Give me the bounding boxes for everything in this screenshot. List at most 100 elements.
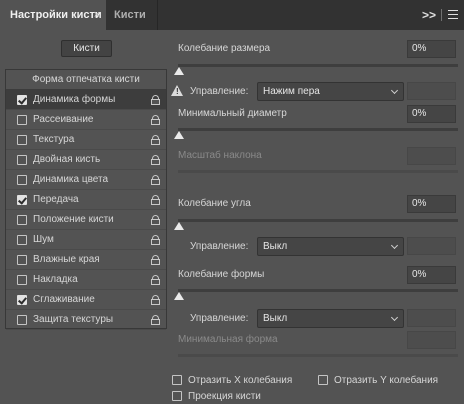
list-item-label: Шум <box>33 234 54 245</box>
flip-x-checkbox[interactable] <box>172 375 182 385</box>
option-checkbox[interactable] <box>17 175 27 185</box>
lock-icon[interactable] <box>151 155 160 165</box>
roundness-jitter-label: Колебание формы <box>178 269 265 280</box>
list-item[interactable]: Защита текстуры <box>6 310 166 330</box>
angle-jitter-thumb[interactable] <box>174 222 184 230</box>
brush-projection-checkbox[interactable] <box>172 391 182 401</box>
chevron-down-icon <box>390 313 399 322</box>
angle-jitter-label: Колебание угла <box>178 198 251 209</box>
collapse-panels-icon[interactable]: >> <box>422 0 436 30</box>
size-jitter-field[interactable]: 0% <box>407 40 456 58</box>
option-checkbox[interactable] <box>17 95 27 105</box>
tab-brushes-label: Кисти <box>114 9 146 21</box>
lock-icon[interactable] <box>151 275 160 285</box>
panel-menu-icon[interactable] <box>448 10 458 19</box>
option-checkbox[interactable] <box>17 275 27 285</box>
size-control-extra-field <box>407 82 456 100</box>
tab-brushes[interactable]: Кисти <box>106 0 158 30</box>
lock-icon[interactable] <box>151 215 160 225</box>
list-item-label: Передача <box>33 194 79 205</box>
tab-brush-settings-label: Настройки кисти <box>10 9 102 21</box>
tab-brush-settings[interactable]: Настройки кисти × <box>0 0 106 30</box>
lock-icon[interactable] <box>151 195 160 205</box>
min-diameter-label: Минимальный диаметр <box>178 108 287 119</box>
flip-y-checkbox[interactable] <box>318 375 328 385</box>
tilt-scale-field <box>407 147 456 165</box>
option-checkbox[interactable] <box>17 315 27 325</box>
min-diameter-slider[interactable] <box>178 128 458 131</box>
list-item-label: Защита текстуры <box>33 314 114 325</box>
close-tab-icon[interactable]: × <box>94 0 100 30</box>
list-item[interactable]: Текстура <box>6 130 166 150</box>
list-item[interactable]: Шум <box>6 230 166 250</box>
brush-options-list: Форма отпечатка кисти Динамика формы Расс… <box>5 69 167 330</box>
lock-icon[interactable] <box>151 135 160 145</box>
list-item[interactable]: Накладка <box>6 270 166 290</box>
option-checkbox[interactable] <box>17 155 27 165</box>
roundness-control-select[interactable]: Выкл <box>257 309 404 328</box>
list-item-label: Динамика формы <box>33 94 116 105</box>
roundness-jitter-field[interactable]: 0% <box>407 266 456 284</box>
min-diameter-thumb[interactable] <box>174 131 184 139</box>
option-checkbox[interactable] <box>17 195 27 205</box>
brush-projection-label: Проекция кисти <box>188 391 261 402</box>
min-roundness-label: Минимальная форма <box>178 334 278 345</box>
list-item[interactable]: Сглаживание <box>6 290 166 310</box>
lock-icon[interactable] <box>151 115 160 125</box>
list-item[interactable]: Рассеивание <box>6 110 166 130</box>
option-checkbox[interactable] <box>17 235 27 245</box>
lock-icon[interactable] <box>151 315 160 325</box>
list-item-label: Динамика цвета <box>33 174 109 185</box>
roundness-jitter-slider[interactable] <box>178 289 458 292</box>
list-item-label: Сглаживание <box>33 294 95 305</box>
size-jitter-slider[interactable] <box>178 64 458 67</box>
chevron-down-icon <box>390 86 399 95</box>
tilt-scale-label: Масштаб наклона <box>178 150 262 161</box>
roundness-control-extra-field <box>407 309 456 327</box>
option-checkbox[interactable] <box>17 255 27 265</box>
size-control-value: Нажим пера <box>263 86 320 97</box>
roundness-control-value: Выкл <box>263 313 288 324</box>
panel-tab-bar: Настройки кисти × Кисти >> <box>0 0 464 30</box>
angle-control-extra-field <box>407 237 456 255</box>
list-item[interactable]: Динамика формы <box>6 90 166 110</box>
list-item[interactable]: Двойная кисть <box>6 150 166 170</box>
lock-icon[interactable] <box>151 295 160 305</box>
angle-jitter-field[interactable]: 0% <box>407 195 456 213</box>
size-jitter-label: Колебание размера <box>178 43 271 54</box>
angle-jitter-slider[interactable] <box>178 219 458 222</box>
list-item[interactable]: Влажные края <box>6 250 166 270</box>
angle-control-select[interactable]: Выкл <box>257 237 404 256</box>
lock-icon[interactable] <box>151 235 160 245</box>
list-item-label: Текстура <box>33 134 75 145</box>
option-checkbox[interactable] <box>17 135 27 145</box>
size-jitter-thumb[interactable] <box>174 67 184 75</box>
list-item[interactable]: Положение кисти <box>6 210 166 230</box>
roundness-control-label: Управление: <box>190 313 249 324</box>
warning-icon: ! <box>171 85 183 96</box>
size-control-select[interactable]: Нажим пера <box>257 82 404 101</box>
option-checkbox[interactable] <box>17 215 27 225</box>
list-item-label: Двойная кисть <box>33 154 101 165</box>
angle-control-value: Выкл <box>263 241 288 252</box>
roundness-jitter-thumb[interactable] <box>174 292 184 300</box>
list-item[interactable]: Передача <box>6 190 166 210</box>
min-roundness-field <box>407 331 456 349</box>
brush-tip-shape-item[interactable]: Форма отпечатка кисти <box>6 70 166 90</box>
tab-separator <box>441 9 442 21</box>
option-checkbox[interactable] <box>17 295 27 305</box>
lock-icon[interactable] <box>151 95 160 105</box>
angle-control-label: Управление: <box>190 241 249 252</box>
lock-icon[interactable] <box>151 255 160 265</box>
tilt-scale-slider <box>178 170 458 173</box>
min-diameter-field[interactable]: 0% <box>407 105 456 123</box>
list-item-label: Положение кисти <box>33 214 114 225</box>
list-item-label: Влажные края <box>33 254 100 265</box>
lock-icon[interactable] <box>151 175 160 185</box>
flip-x-label: Отразить X колебания <box>188 375 293 386</box>
list-item[interactable]: Динамика цвета <box>6 170 166 190</box>
brushes-button[interactable]: Кисти <box>61 40 112 57</box>
option-checkbox[interactable] <box>17 115 27 125</box>
chevron-down-icon <box>390 241 399 250</box>
list-item-label: Накладка <box>33 274 78 285</box>
